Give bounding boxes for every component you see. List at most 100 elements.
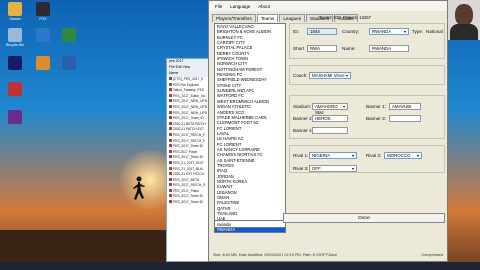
team-search-input[interactable]: rwanda	[214, 220, 286, 228]
tab-players-transfers[interactable]: Players/Transfers	[212, 14, 256, 22]
file-icon	[169, 121, 172, 125]
team-count-info: Teams: 633, Players: 12257	[319, 15, 371, 20]
file-name: PES_2017_PATCH_F	[173, 138, 206, 143]
app-icon	[8, 82, 22, 96]
country-value: RWANDA	[372, 29, 392, 34]
desktop-icon[interactable]	[58, 56, 80, 71]
file-name: PES_2017_PATCH_S	[173, 183, 206, 188]
taskbar[interactable]	[0, 262, 480, 270]
file-icon	[169, 132, 172, 136]
team-name-field[interactable]: RWANDA	[369, 45, 409, 52]
tab-teams[interactable]: Teams	[256, 14, 279, 22]
file-explorer-window[interactable]: pes 2017 File Edit View Name [CTG]_PES_2…	[166, 58, 212, 262]
app-icon	[36, 56, 50, 70]
file-icon	[169, 183, 172, 187]
app-icon	[62, 28, 76, 42]
file-name: PES_21_2017_BUIL	[173, 166, 204, 171]
file-icon	[169, 166, 172, 170]
file-icon	[169, 99, 172, 103]
desktop-icon-label: Recycle Bin	[5, 43, 25, 47]
menu-language[interactable]: Language	[230, 4, 250, 9]
rival1-select[interactable]: NIGERIA ▾	[309, 152, 357, 159]
desktop-icon[interactable]	[4, 110, 26, 125]
file-icon	[169, 93, 172, 97]
desktop-icon[interactable]: FOX	[32, 2, 54, 21]
app-icon	[36, 2, 50, 16]
short-name-field[interactable]: RWA	[307, 45, 337, 52]
file-name: PES_2017_Team ID	[173, 144, 203, 149]
banner1-field[interactable]: AMAVUBI	[389, 103, 421, 110]
rival1-label: Rival 1:	[293, 153, 309, 158]
banner3-label: Banner 3:	[366, 116, 386, 121]
banner4-field[interactable]	[312, 127, 348, 134]
stadium-label: Stadium:	[293, 104, 312, 109]
name-label: Name:	[342, 46, 356, 51]
stadium-select[interactable]: AMAHORO Stac ▾	[312, 103, 348, 115]
rival3-label: Rival 3:	[293, 166, 309, 171]
status-text: Size: 8.64 MB, Date Modified: 09/04/2021…	[213, 253, 338, 257]
desktop-icon[interactable]	[4, 56, 26, 71]
desktop-icon[interactable]	[32, 56, 54, 71]
tab-leagues[interactable]: Leagues	[279, 14, 305, 22]
chevron-down-icon: ▾	[342, 104, 345, 109]
file-icon	[169, 144, 172, 148]
file-icon	[169, 110, 172, 114]
rival2-select[interactable]: MOROCCO ▾	[384, 152, 422, 159]
desktop-icon[interactable]	[58, 28, 80, 43]
team-list[interactable]: RAYO VALLECANO BRIGHTON & HOVE ALBION BURN…	[214, 23, 286, 233]
file-name: [CTG]_PES_2017_E	[173, 77, 204, 81]
id-field[interactable]: 1844	[307, 28, 337, 35]
short-label: Short	[293, 46, 304, 51]
file-name: Tattoo_Fantasy_PES	[173, 88, 204, 93]
coach-value: MASHAMI Vince	[312, 73, 345, 78]
menu-about[interactable]: About	[258, 4, 270, 9]
banner2-field[interactable]: HEROS	[312, 115, 348, 122]
file-icon	[169, 188, 172, 192]
file-name: PES_2017_Team ID	[173, 155, 203, 160]
file-icon	[169, 149, 172, 153]
app-icon	[8, 28, 22, 42]
file-icon	[169, 160, 172, 164]
rival1-value: NIGERIA	[312, 153, 331, 158]
app-icon	[36, 28, 50, 42]
file-name: PES_2017_Team ID	[173, 194, 203, 199]
file-icon	[169, 155, 172, 159]
desktop-icon[interactable]: Games	[4, 2, 26, 21]
banner1-label: Banner 1:	[366, 104, 386, 109]
webcam-person-head	[455, 4, 473, 26]
file-name: PES 2017 Patch	[173, 149, 198, 154]
file-name: PES_2017_Editor_Va	[173, 93, 205, 98]
file-icon	[169, 88, 172, 92]
file-name: PES File Explorer	[173, 82, 200, 87]
file-name: 2020-21 BETA PATCH	[173, 121, 206, 126]
file-icon	[169, 194, 172, 198]
status-compressed: Compressed	[421, 253, 443, 257]
rival2-label: Rival 2:	[366, 153, 382, 158]
list-item[interactable]: PES_2017_Team ID	[167, 200, 211, 206]
explorer-file-list: [CTG]_PES_2017_E PES File Explorer Tattoo_…	[167, 77, 211, 206]
app-icon	[8, 2, 22, 16]
file-icon	[169, 77, 172, 80]
banner3-field[interactable]	[389, 115, 421, 122]
file-name: 2020-21 EXT PATCH	[173, 172, 204, 177]
done-button[interactable]: Done	[283, 213, 445, 223]
coach-select[interactable]: MASHAMI Vince ▾	[309, 72, 351, 79]
status-bar: Size: 8.64 MB, Date Modified: 09/04/2021…	[209, 253, 447, 261]
app-icon	[8, 56, 22, 70]
file-icon	[169, 172, 172, 176]
country-label: Country:	[342, 29, 360, 34]
file-name: PES_2017_Team ID	[173, 200, 203, 205]
country-select[interactable]: RWANDA ▾	[369, 28, 409, 35]
type-value: National	[426, 29, 443, 34]
desktop-icon-label: Games	[9, 17, 21, 21]
file-name: PES_21_2017_EDIT	[173, 160, 204, 165]
pes-editor-window: File Language About Players/Transfers Te…	[208, 0, 448, 262]
menu-file[interactable]: File	[215, 4, 222, 9]
rival2-value: MOROCCO	[387, 153, 411, 158]
rival3-select[interactable]: OFF ▾	[309, 165, 357, 172]
desktop-icon[interactable]: Recycle Bin	[4, 28, 26, 47]
app-icon	[62, 56, 76, 70]
type-label: Type:	[412, 29, 424, 34]
desktop-icon[interactable]	[32, 28, 54, 43]
desktop-icon[interactable]	[4, 82, 26, 97]
